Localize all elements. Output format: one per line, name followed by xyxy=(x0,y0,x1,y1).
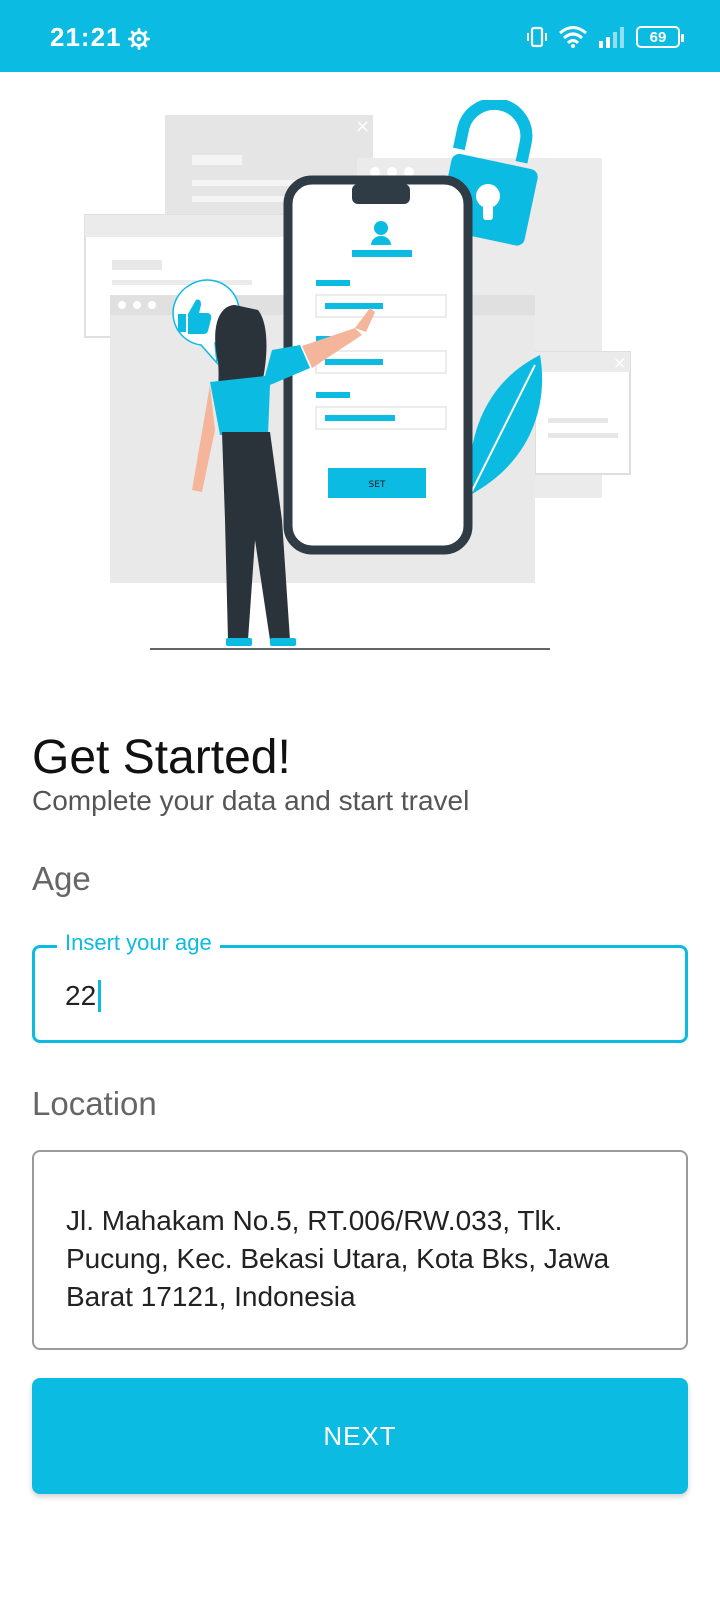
status-time: 21:21 xyxy=(50,22,122,52)
wifi-icon xyxy=(559,26,587,48)
location-field[interactable]: Jl. Mahakam No.5, RT.006/RW.033, Tlk. Pu… xyxy=(32,1150,688,1350)
status-icons: 69 xyxy=(526,24,684,50)
age-input-text: 22 xyxy=(65,980,97,1011)
onboarding-illustration: × × SET xyxy=(84,100,631,650)
age-input[interactable]: Insert your age 22 xyxy=(32,930,688,1043)
status-bar: 21:21 69 xyxy=(0,0,720,72)
svg-text:×: × xyxy=(355,116,370,137)
text-cursor xyxy=(98,980,102,1012)
next-button[interactable]: NEXT xyxy=(32,1378,688,1494)
age-label: Age xyxy=(32,860,91,897)
gear-icon xyxy=(128,28,150,50)
page-title: Get Started! xyxy=(32,731,291,784)
age-input-hint: Insert your age xyxy=(57,930,220,956)
battery-level: 69 xyxy=(649,28,667,46)
location-label: Location xyxy=(32,1085,157,1122)
page-subtitle: Complete your data and start travel xyxy=(32,785,470,816)
signal-icon xyxy=(599,27,624,48)
vibrate-icon xyxy=(527,26,547,48)
battery-icon: 69 xyxy=(636,26,684,48)
age-input-value[interactable]: 22 xyxy=(65,980,102,1012)
location-value: Jl. Mahakam No.5, RT.006/RW.033, Tlk. Pu… xyxy=(66,1205,610,1312)
illustration-set-label: SET xyxy=(369,480,386,490)
svg-text:×: × xyxy=(613,353,626,372)
